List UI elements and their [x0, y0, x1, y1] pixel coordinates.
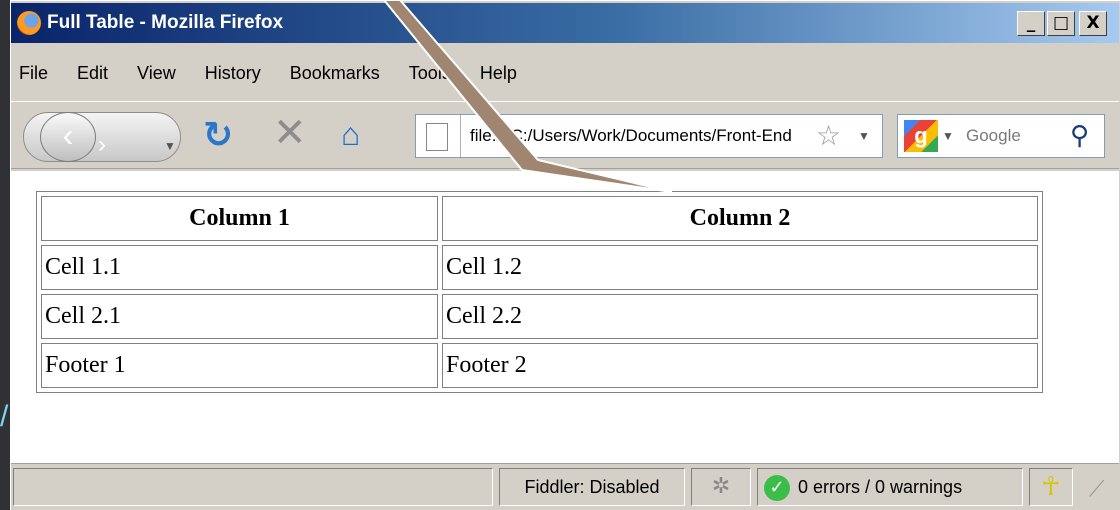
google-engine-icon[interactable]: g [904, 120, 938, 152]
ankh-icon[interactable]: ☥ [1029, 468, 1073, 506]
minimize-button[interactable]: _ [1017, 11, 1045, 36]
checkmark-icon: ✓ [764, 475, 790, 501]
table-cell: Footer 1 [41, 343, 438, 388]
stop-icon[interactable]: ✕ [273, 110, 307, 156]
table-footer-row: Footer 1 Footer 2 [41, 343, 1038, 388]
menu-edit[interactable]: Edit [77, 63, 108, 84]
menu-file[interactable]: File [19, 63, 48, 84]
menu-view[interactable]: View [137, 63, 176, 84]
table-cell: Cell 1.1 [41, 245, 438, 290]
title-bar[interactable]: Full Table - Mozilla Firefox _ □ X [11, 3, 1119, 43]
table-cell: Footer 2 [442, 343, 1038, 388]
menu-help[interactable]: Help [480, 63, 517, 84]
table-cell: Cell 1.2 [442, 245, 1038, 290]
maximize-button[interactable]: □ [1047, 11, 1075, 36]
errors-status: 0 errors / 0 warnings [798, 477, 963, 497]
resize-grip-icon[interactable]: ⟋ [1089, 476, 1104, 502]
home-icon[interactable]: ⌂ [341, 116, 360, 153]
table-cell: Cell 2.2 [442, 294, 1038, 339]
url-input[interactable]: file:///C:/Users/Work/Documents/Front-En… [470, 126, 815, 146]
status-text-panel [13, 468, 493, 506]
menu-tools[interactable]: Tools [409, 63, 451, 84]
engine-dropdown-icon[interactable]: ▼ [942, 129, 954, 143]
page-content: Column 1 Column 2 Cell 1.1 Cell 1.2 Cell… [11, 171, 1119, 463]
search-bar[interactable]: g ▼ Google ⚲ [897, 114, 1105, 158]
url-separator [460, 115, 461, 157]
error-console-panel[interactable]: ✓ 0 errors / 0 warnings [757, 468, 1023, 506]
back-forward-group: ‹ › ▼ [23, 112, 181, 162]
back-button[interactable]: ‹ [40, 112, 96, 162]
url-bar[interactable]: file:///C:/Users/Work/Documents/Front-En… [415, 114, 883, 158]
table-header-cell: Column 2 [442, 196, 1038, 241]
reload-icon[interactable]: ↻ [203, 114, 233, 156]
menu-bookmarks[interactable]: Bookmarks [290, 63, 380, 84]
search-icon[interactable]: ⚲ [1070, 120, 1089, 151]
browser-window: Full Table - Mozilla Firefox _ □ X File … [10, 0, 1120, 510]
bookmark-star-icon[interactable]: ☆ [816, 119, 841, 152]
search-input[interactable]: Google [966, 126, 1021, 146]
full-table: Column 1 Column 2 Cell 1.1 Cell 1.2 Cell… [36, 191, 1043, 393]
fiddler-status[interactable]: Fiddler: Disabled [499, 468, 685, 506]
history-dropdown-icon[interactable]: ▼ [164, 139, 176, 153]
firebug-icon[interactable]: ✲ [691, 468, 751, 506]
slide-decoration: / [0, 400, 9, 433]
url-dropdown-icon[interactable]: ▼ [858, 129, 870, 143]
status-bar: Fiddler: Disabled ✲ ✓ 0 errors / 0 warni… [11, 463, 1119, 510]
window-title: Full Table - Mozilla Firefox [47, 12, 284, 33]
page-icon [426, 123, 448, 151]
table-cell: Cell 2.1 [41, 294, 438, 339]
menu-history[interactable]: History [205, 63, 261, 84]
menu-bar: File Edit View History Bookmarks Tools H… [11, 53, 546, 93]
close-button[interactable]: X [1079, 11, 1107, 36]
firefox-logo-icon [17, 11, 41, 35]
table-header-row: Column 1 Column 2 [41, 196, 1038, 241]
table-row: Cell 2.1 Cell 2.2 [41, 294, 1038, 339]
window-controls: _ □ X [1017, 11, 1107, 36]
table-row: Cell 1.1 Cell 1.2 [41, 245, 1038, 290]
table-header-cell: Column 1 [41, 196, 438, 241]
forward-button[interactable]: › [98, 131, 106, 159]
navigation-toolbar: ‹ › ▼ ↻ ✕ ⌂ file:///C:/Users/Work/Docume… [11, 101, 1119, 169]
